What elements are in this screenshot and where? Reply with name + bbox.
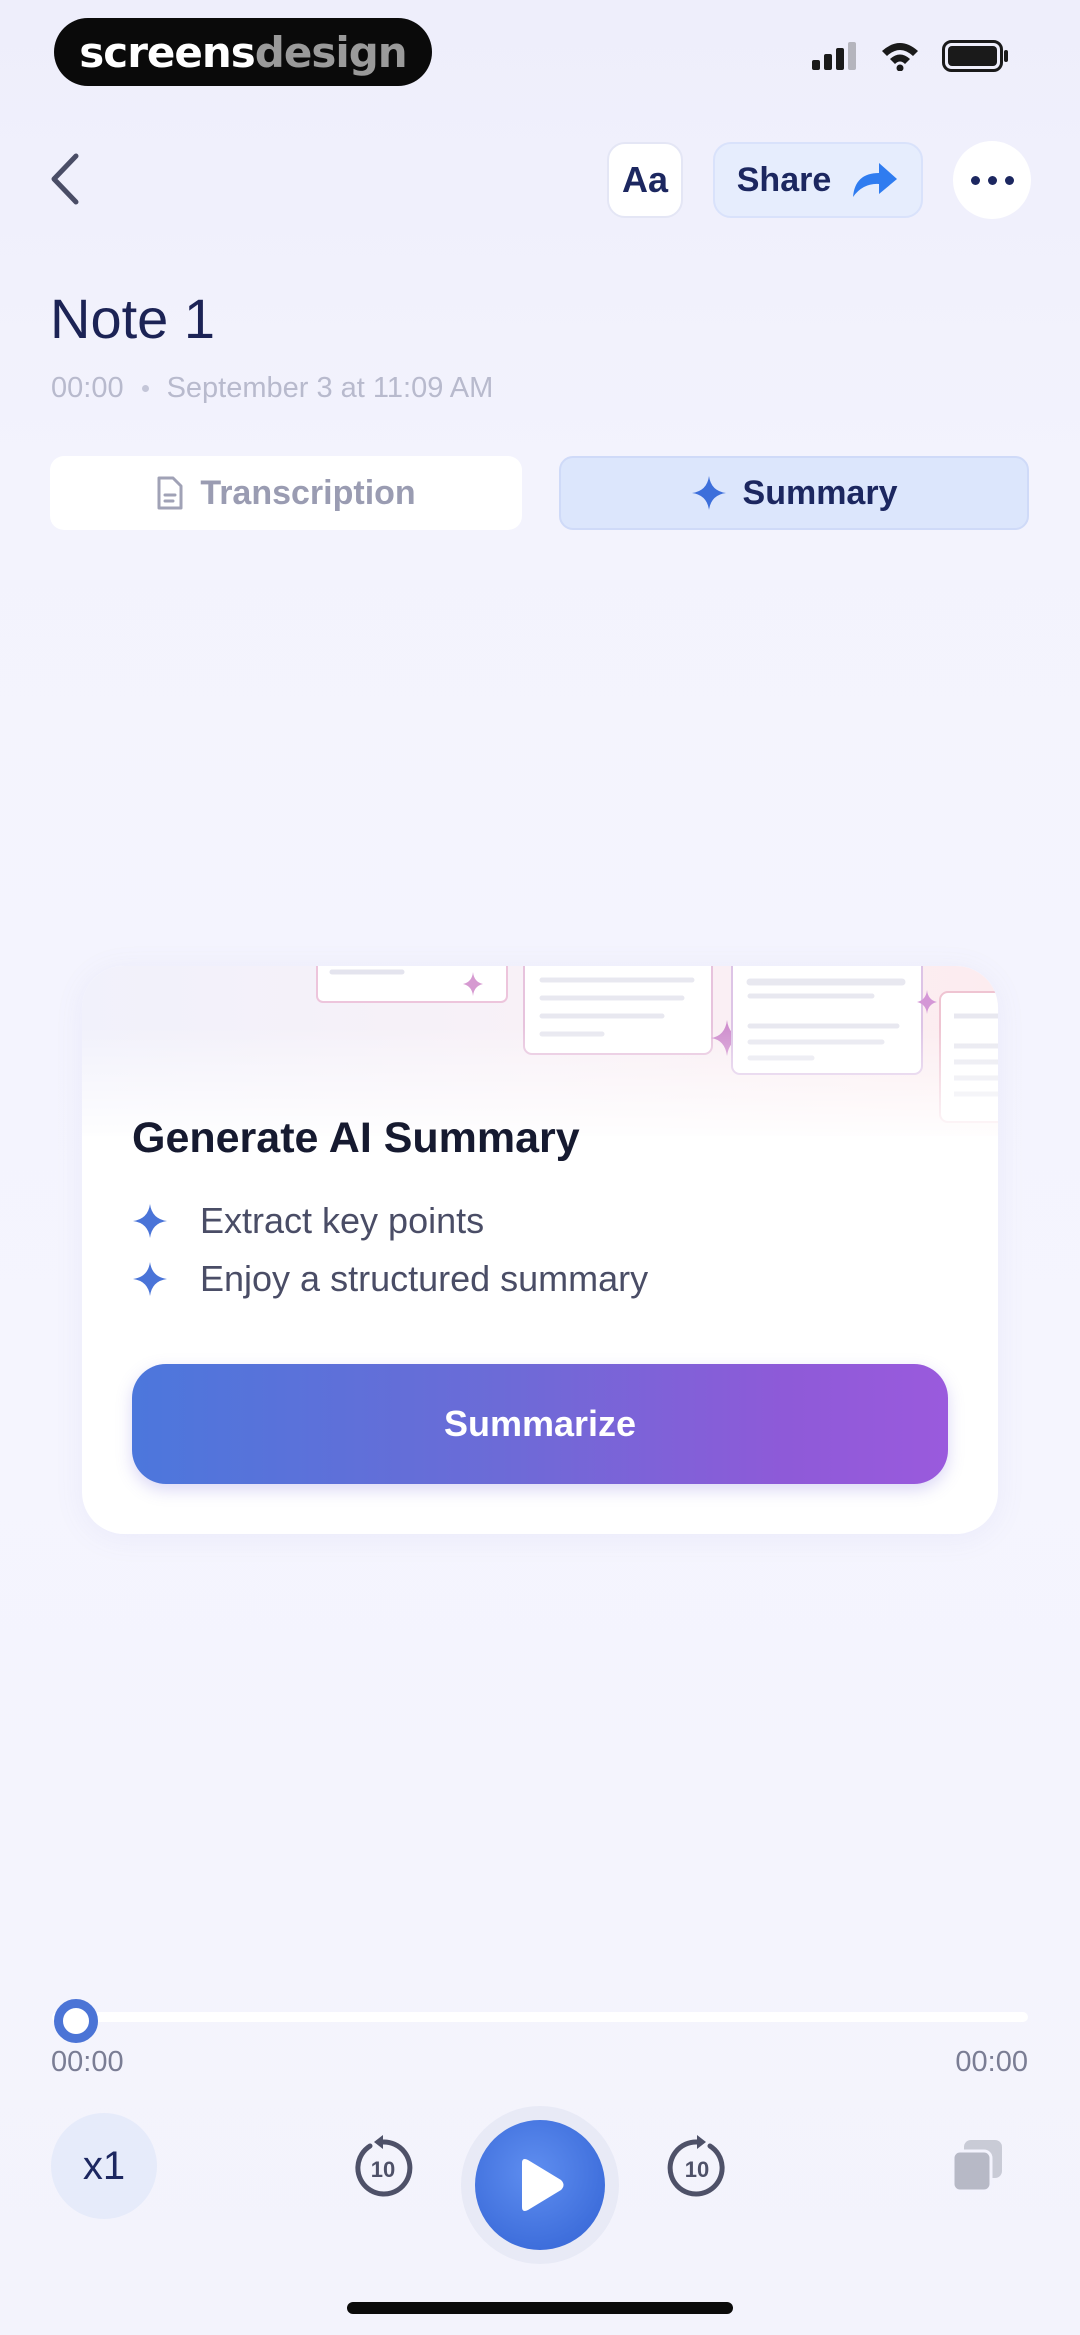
note-title: Note 1 [50, 287, 215, 350]
forward-10-button[interactable]: 10 [664, 2134, 730, 2200]
forward-10-icon: 10 [667, 2135, 725, 2197]
brand-text-primary: screens [79, 27, 255, 77]
tab-summary-label: Summary [742, 473, 898, 512]
tab-summary[interactable]: Summary [559, 456, 1029, 530]
play-icon [522, 2159, 564, 2211]
card-illustration [82, 966, 998, 1146]
brand-text-secondary: design [254, 27, 408, 77]
rewind-10-label: 10 [371, 2157, 395, 2182]
play-button[interactable] [461, 2106, 619, 2264]
share-button[interactable]: Share [713, 142, 923, 218]
rewind-10-icon: 10 [355, 2135, 413, 2197]
copy-icon [951, 2140, 1002, 2193]
note-meta: 00:00 September 3 at 11:09 AM [51, 372, 493, 405]
brand-logo: screens design [54, 18, 432, 86]
sparkle-icon [133, 1204, 167, 1238]
current-time: 00:00 [51, 2046, 124, 2078]
note-date: September 3 at 11:09 AM [166, 372, 494, 404]
progress-knob[interactable] [54, 1999, 98, 2043]
chevron-left-icon [51, 153, 79, 205]
note-duration: 00:00 [51, 372, 124, 404]
more-dots-icon [970, 175, 1014, 185]
summarize-button[interactable]: Summarize [132, 1364, 948, 1484]
bullet-text: Enjoy a structured summary [200, 1258, 649, 1299]
total-time: 00:00 [955, 2046, 1028, 2078]
rewind-10-button[interactable]: 10 [350, 2134, 416, 2200]
playback-speed-label: x1 [82, 2143, 126, 2188]
more-options-button[interactable] [953, 141, 1031, 219]
back-button[interactable] [40, 148, 90, 210]
summarize-button-label: Summarize [443, 1403, 637, 1444]
progress-track[interactable] [52, 2012, 1028, 2022]
tab-transcription-label: Transcription [200, 473, 416, 512]
signal-icon [812, 42, 856, 70]
card-title: Generate AI Summary [132, 1114, 580, 1162]
forward-10-label: 10 [685, 2157, 709, 2182]
battery-icon [942, 40, 1008, 72]
font-button-label: Aa [621, 159, 669, 200]
font-size-button[interactable]: Aa [607, 142, 683, 218]
home-indicator [347, 2302, 733, 2314]
bullet-item: Enjoy a structured summary [132, 1258, 648, 1300]
playback-speed-button[interactable]: x1 [51, 2113, 157, 2219]
sparkle-icon [133, 1262, 167, 1296]
status-icons [812, 40, 1010, 72]
document-icon [157, 476, 183, 510]
meta-separator [141, 385, 149, 392]
bullet-text: Extract key points [200, 1200, 485, 1241]
bullet-item: Extract key points [132, 1200, 484, 1242]
share-label: Share [736, 160, 832, 199]
copy-button[interactable] [950, 2138, 1006, 2194]
play-button-core [475, 2120, 605, 2250]
share-arrow-icon [853, 163, 898, 197]
tab-transcription[interactable]: Transcription [50, 456, 522, 530]
wifi-icon [882, 43, 918, 71]
sparkle-icon [691, 476, 726, 510]
ai-summary-card: Generate AI Summary Extract key points E… [82, 966, 998, 1534]
